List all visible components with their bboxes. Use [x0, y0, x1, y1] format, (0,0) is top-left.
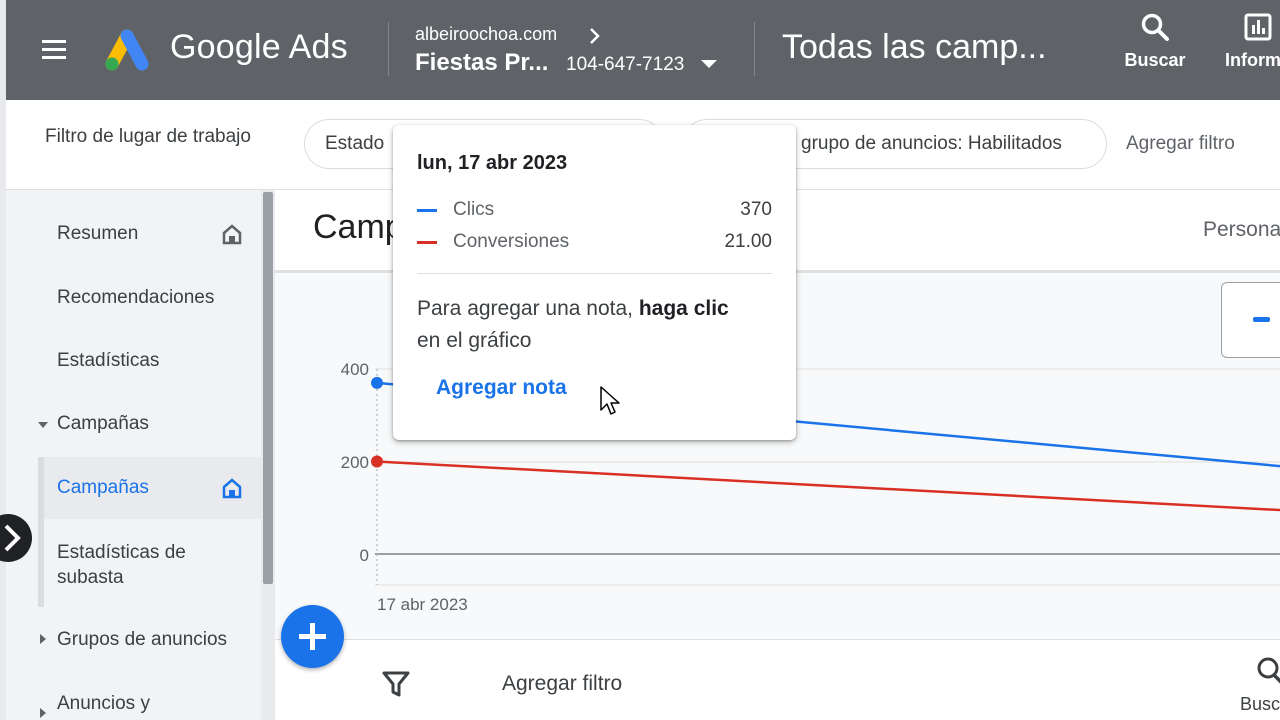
header-divider — [388, 22, 389, 76]
customize-columns-link[interactable]: Persona — [1203, 218, 1280, 242]
tooltip-divider — [417, 273, 772, 274]
reports-icon — [1244, 13, 1272, 41]
navigation-sidebar: Resumen Recomendaciones Estadísticas Cam… — [6, 190, 261, 720]
conversions-swatch — [417, 241, 437, 244]
sidebar-item-label: Campañas — [57, 477, 149, 498]
tooltip-metric-value: 370 — [740, 199, 772, 220]
sidebar-item-label: Campañas — [57, 413, 149, 434]
sidebar-group-campaigns[interactable]: Campañas — [38, 400, 261, 448]
account-name[interactable]: Fiestas Pr... — [415, 49, 548, 77]
chart-hover-tooltip: lun, 17 abr 2023 Clics 370 Conversiones … — [393, 125, 796, 440]
y-tick-label: 400 — [341, 360, 369, 379]
sidebar-item-label: Estadísticas — [57, 350, 160, 371]
note-suffix: en el gráfico — [417, 329, 532, 352]
sidebar-scrollbar-thumb[interactable] — [263, 192, 273, 584]
search-label: Buscar — [1124, 50, 1186, 70]
page-title: Todas las camp... — [782, 28, 1047, 66]
workspace-filter-label: Filtro de lugar de trabajo — [45, 126, 251, 147]
header-divider — [754, 22, 755, 76]
sidebar-item-label: Estadísticas de subasta — [57, 542, 186, 588]
plus-icon — [299, 623, 326, 650]
sidebar-item-label: Grupos de anuncios — [57, 629, 228, 650]
sidebar-group-ads[interactable]: Anuncios y — [38, 680, 261, 720]
tooltip-metric-name: Conversiones — [453, 231, 570, 252]
tooltip-metric-name: Clics — [453, 199, 495, 220]
google-ads-logo-icon — [105, 29, 149, 71]
y-tick-label: 0 — [360, 546, 369, 565]
data-point-clics[interactable] — [371, 376, 383, 389]
y-tick-label: 200 — [341, 453, 369, 472]
caret-right-icon — [40, 634, 46, 644]
sidebar-group-adgroups[interactable]: Grupos de anuncios — [38, 616, 261, 664]
home-icon[interactable] — [221, 477, 243, 499]
data-point-conversiones[interactable] — [371, 455, 383, 468]
main-section-title: Camp — [313, 208, 404, 246]
account-dropdown-icon[interactable] — [700, 58, 718, 70]
account-domain-link[interactable]: albeiroochoa.com — [415, 24, 557, 45]
table-search-button[interactable]: Busc — [1240, 652, 1280, 720]
google-ads-wordmark: Google Ads — [170, 28, 348, 66]
tooltip-date: lun, 17 abr 2023 — [417, 152, 568, 174]
reports-label: Informe — [1225, 50, 1280, 70]
note-prefix: Para agregar una nota, — [417, 297, 633, 320]
tooltip-note-text: Para agregar una nota, haga clic en el g… — [417, 293, 767, 357]
caret-right-icon — [40, 708, 46, 718]
series-line-conversiones — [376, 460, 1280, 512]
table-search-label: Busc — [1240, 694, 1280, 714]
tooltip-row-clicks: Clics 370 — [417, 199, 772, 223]
sidebar-item-insights[interactable]: Estadísticas — [38, 337, 261, 385]
hamburger-menu-icon[interactable] — [36, 36, 72, 64]
add-filter-link[interactable]: Agregar filtro — [1126, 133, 1235, 155]
search-button[interactable]: Buscar — [1115, 8, 1195, 96]
sidebar-item-campaigns[interactable]: Campañas — [38, 457, 261, 519]
sidebar-item-label: Resumen — [57, 223, 139, 244]
top-app-bar: Google Ads albeiroochoa.com Fiestas Pr..… — [6, 0, 1280, 100]
note-bold: haga clic — [638, 297, 729, 320]
clicks-swatch — [417, 209, 437, 212]
table-add-filter[interactable]: Agregar filtro — [502, 672, 622, 696]
search-icon — [1257, 657, 1280, 684]
caret-down-icon — [38, 422, 48, 428]
subgroup-indent-line — [38, 457, 44, 607]
add-note-link[interactable]: Agregar nota — [436, 376, 567, 400]
home-icon[interactable] — [221, 223, 243, 245]
tooltip-metric-value: 21.00 — [724, 231, 772, 252]
mouse-cursor-icon — [600, 386, 620, 415]
x-tick-label: 17 abr 2023 — [377, 595, 468, 614]
tooltip-row-conversions: Conversiones 21.00 — [417, 231, 772, 255]
sidebar-item-auction-insights[interactable]: Estadísticas de subasta — [38, 530, 261, 598]
table-toolbar-divider — [275, 639, 1280, 640]
chevron-right-icon[interactable] — [588, 26, 602, 46]
sidebar-item-recommendations[interactable]: Recomendaciones — [38, 274, 261, 322]
sidebar-item-overview[interactable]: Resumen — [38, 210, 261, 258]
sidebar-item-label: Recomendaciones — [57, 287, 215, 308]
chevron-right-icon — [4, 524, 21, 552]
search-icon — [1141, 13, 1169, 41]
collapse-sidebar-button[interactable] — [0, 514, 32, 562]
sidebar-item-label: Anuncios y — [57, 693, 150, 714]
account-id[interactable]: 104-647-7123 — [566, 54, 684, 76]
reports-button[interactable]: Informe — [1220, 8, 1280, 96]
filter-icon[interactable] — [382, 670, 410, 698]
create-campaign-button[interactable] — [281, 605, 344, 668]
